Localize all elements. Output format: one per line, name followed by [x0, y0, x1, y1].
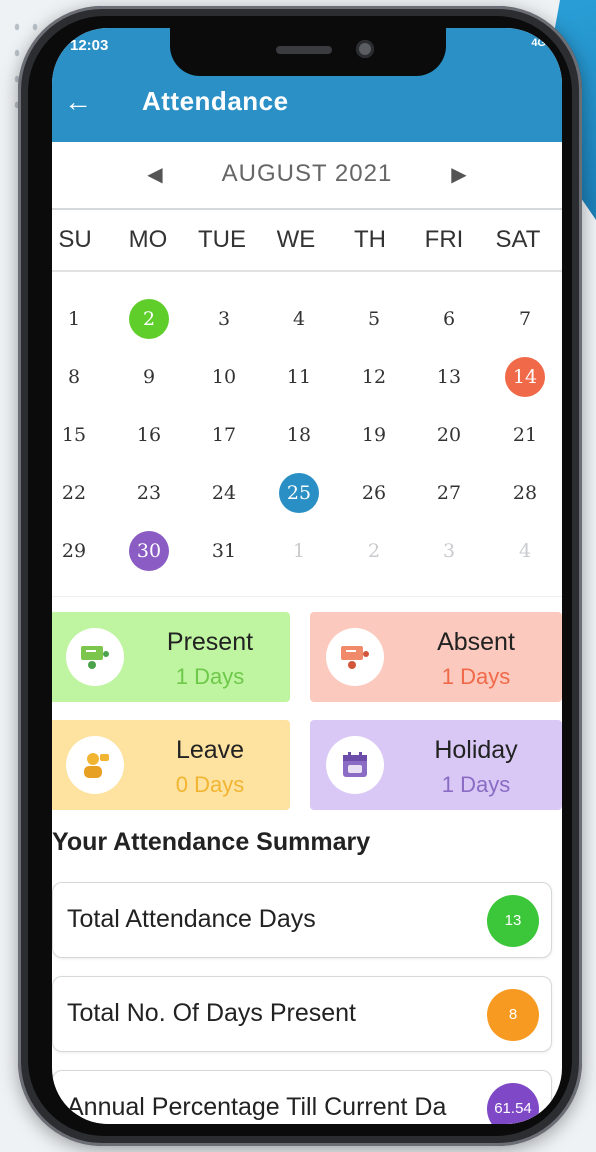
- calendar-day[interactable]: 31: [204, 531, 244, 571]
- summary-row[interactable]: Total No. Of Days Present 8: [52, 976, 552, 1052]
- calendar-day[interactable]: 18: [279, 415, 319, 455]
- present-value: 1 Days: [175, 664, 245, 689]
- absent-card[interactable]: Absent 1 Days: [310, 612, 562, 702]
- present-card[interactable]: Present 1 Days: [52, 612, 290, 702]
- calendar-day[interactable]: 1: [54, 299, 94, 339]
- status-time: 12:03: [70, 37, 109, 54]
- page-title: Attendance: [142, 86, 289, 116]
- weekday-label: TH: [354, 226, 386, 253]
- calendar-day-marked[interactable]: 14: [505, 357, 545, 397]
- summary-row-label: Total Attendance Days: [67, 905, 316, 933]
- caret-right-icon: ▶: [451, 164, 467, 186]
- calendar-day[interactable]: 9: [129, 357, 169, 397]
- calendar-day[interactable]: 10: [204, 357, 244, 397]
- summary-value-badge: 61.54: [487, 1083, 539, 1124]
- phone-notch: [170, 28, 446, 76]
- weekday-label: WE: [276, 226, 316, 253]
- calendar-day[interactable]: 6: [429, 299, 469, 339]
- back-button[interactable]: ←: [60, 84, 96, 120]
- caret-left-icon: ◀: [147, 164, 163, 186]
- calendar-day[interactable]: 28: [505, 473, 545, 513]
- holiday-label: Holiday: [434, 736, 518, 764]
- leave-label: Leave: [175, 736, 245, 764]
- calendar-day[interactable]: 23: [129, 473, 169, 513]
- summary-row-label: Annual Percentage Till Current Da: [67, 1093, 447, 1121]
- calendar-day[interactable]: 3: [204, 299, 244, 339]
- calendar-day-marked[interactable]: 30: [129, 531, 169, 571]
- calendar-day[interactable]: 29: [54, 531, 94, 571]
- calendar-day[interactable]: 12: [354, 357, 394, 397]
- calendar-day[interactable]: 16: [129, 415, 169, 455]
- front-camera: [356, 40, 374, 58]
- weekday-label: TUE: [198, 226, 246, 253]
- prev-month-button[interactable]: ◀: [140, 160, 170, 190]
- weekday-label: MO: [128, 226, 168, 253]
- absent-icon: [326, 628, 384, 686]
- speaker-grille: [276, 46, 332, 54]
- calendar-grid: 1 2 3 4 5 6 7 8 9 10 11 12 13 14 15 16 17 18 19 20 21 22 23 24 2…: [52, 288, 562, 588]
- leave-icon: [66, 736, 124, 794]
- calendar-day-marked[interactable]: 25: [279, 473, 319, 513]
- calendar-day[interactable]: 27: [429, 473, 469, 513]
- holiday-value: 1 Days: [441, 772, 511, 797]
- calendar-day[interactable]: 19: [354, 415, 394, 455]
- arrow-left-icon: ←: [64, 86, 92, 117]
- calendar-day-next-month[interactable]: 2: [354, 531, 394, 571]
- calendar-day[interactable]: 21: [505, 415, 545, 455]
- calendar-day[interactable]: 7: [505, 299, 545, 339]
- calendar-day-next-month[interactable]: 4: [505, 531, 545, 571]
- app-screen: 12:03 4G ← Attendance AUGUST 2021 ◀ ▶ SU…: [52, 28, 562, 1124]
- calendar-day[interactable]: 8: [54, 357, 94, 397]
- weekday-label: SAT: [495, 226, 541, 253]
- calendar-day[interactable]: 22: [54, 473, 94, 513]
- calendar-day-next-month[interactable]: 1: [279, 531, 319, 571]
- calendar-day[interactable]: 13: [429, 357, 469, 397]
- weekday-header: SU MO TUE WE TH FRI SAT: [52, 212, 562, 272]
- holiday-card[interactable]: Holiday 1 Days: [310, 720, 562, 810]
- absent-value: 1 Days: [441, 664, 511, 689]
- next-month-button[interactable]: ▶: [444, 160, 474, 190]
- divider: [52, 596, 562, 597]
- calendar-day[interactable]: 4: [279, 299, 319, 339]
- weekday-label: FRI: [424, 226, 464, 253]
- status-network: 4G: [531, 37, 546, 49]
- calendar-day[interactable]: 5: [354, 299, 394, 339]
- summary-row-label: Total No. Of Days Present: [67, 999, 357, 1027]
- calendar-day[interactable]: 15: [54, 415, 94, 455]
- present-icon: [66, 628, 124, 686]
- calendar-day[interactable]: 20: [429, 415, 469, 455]
- leave-value: 0 Days: [175, 772, 245, 797]
- calendar-day[interactable]: 24: [204, 473, 244, 513]
- summary-value-badge: 13: [487, 895, 539, 947]
- summary-value-badge: 8: [487, 989, 539, 1041]
- calendar-day[interactable]: 26: [354, 473, 394, 513]
- month-navigator: AUGUST 2021 ◀ ▶: [52, 142, 562, 210]
- leave-card[interactable]: Leave 0 Days: [52, 720, 290, 810]
- calendar-day[interactable]: 11: [279, 357, 319, 397]
- calendar-day-next-month[interactable]: 3: [429, 531, 469, 571]
- present-label: Present: [166, 628, 254, 656]
- holiday-icon: [326, 736, 384, 794]
- month-label: AUGUST 2021: [221, 160, 393, 187]
- summary-row[interactable]: Total Attendance Days 13: [52, 882, 552, 958]
- summary-row[interactable]: Annual Percentage Till Current Da 61.54: [52, 1070, 552, 1124]
- calendar-day[interactable]: 17: [204, 415, 244, 455]
- summary-title: Your Attendance Summary: [52, 828, 371, 856]
- weekday-label: SU: [58, 226, 92, 253]
- absent-label: Absent: [437, 628, 515, 656]
- calendar-day-marked[interactable]: 2: [129, 299, 169, 339]
